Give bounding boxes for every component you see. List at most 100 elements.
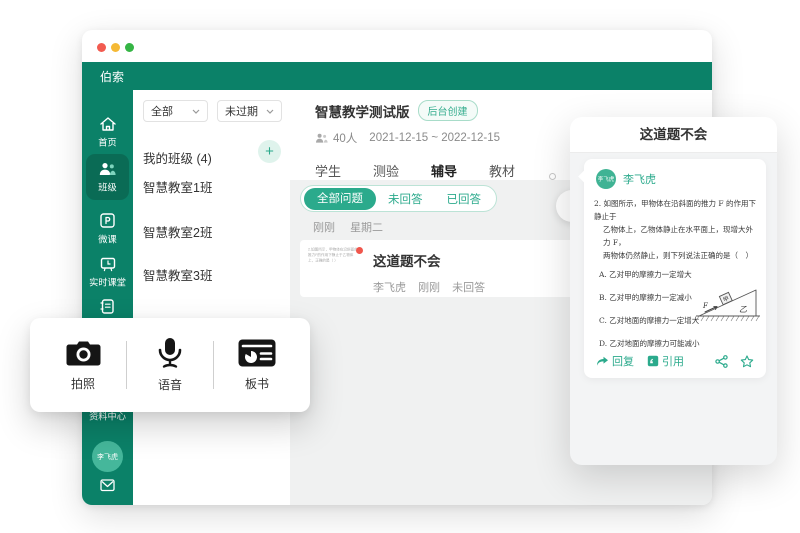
- time-now-label: 刚刚: [313, 222, 335, 234]
- class-name: 智慧教室2班: [143, 226, 213, 240]
- reply-icon: [597, 356, 608, 366]
- microphone-icon: [158, 338, 182, 368]
- student-avatar: 李飞虎: [596, 169, 616, 189]
- timeline-dot: [549, 173, 556, 180]
- class-name: 智慧教室3班: [143, 269, 213, 283]
- question-line: 两物体仍然静止，则下列说法正确的是（ ）: [603, 251, 753, 260]
- chevron-down-icon: [266, 109, 274, 114]
- sidebar-item-label: 班级: [98, 183, 117, 194]
- avatar-name-text: 李飞虎: [97, 453, 118, 461]
- filter-label: 全部问题: [317, 192, 363, 205]
- question-options: A. 乙对甲的摩擦力一定增大 B. 乙对甲的摩擦力一定减小 C. 乙对地面的摩擦…: [584, 262, 766, 349]
- star-icon: [740, 354, 754, 367]
- maximize-window-button[interactable]: [125, 43, 134, 52]
- question-card-title: 这道题不会: [373, 254, 441, 269]
- status-filter-dropdown[interactable]: 未过期: [217, 100, 282, 122]
- question-line: 2. 如图所示，甲物体在沿斜面的推力 F 的作用下静止于: [594, 199, 757, 221]
- camera-icon: [66, 341, 100, 366]
- user-avatar[interactable]: 李飞虎: [92, 441, 123, 472]
- whiteboard-button[interactable]: 板书: [214, 338, 300, 392]
- svg-text:F: F: [702, 302, 709, 310]
- toolbar-label: 语音: [157, 378, 182, 392]
- filter-label: 未回答: [388, 193, 423, 206]
- question-author: 李飞虎: [373, 282, 406, 294]
- question-thumbnail-text: 2.如图所示，甲物体在沿斜面的推力F的作用下静止于乙物体上，正确的是（ ）: [308, 247, 358, 263]
- plus-icon: +: [265, 143, 274, 160]
- svg-text:乙: 乙: [739, 305, 747, 314]
- quote-icon: [647, 355, 659, 367]
- live-screen-icon: [100, 257, 115, 272]
- quote-label: 引用: [662, 356, 684, 368]
- question-time: 刚刚: [418, 282, 441, 294]
- tab-label: 教材: [489, 164, 516, 179]
- option-a: A. 乙对甲的摩擦力一定增大: [599, 270, 692, 279]
- filter-unanswered[interactable]: 未回答: [376, 191, 435, 207]
- app-header-bar: 伯索: [82, 62, 712, 90]
- course-badge: 后台创建: [417, 100, 478, 121]
- option-d: D. 乙对地面的摩擦力可能减小: [599, 339, 700, 348]
- members-icon: [316, 133, 328, 143]
- student-name: 李飞虎: [623, 174, 656, 186]
- reply-button[interactable]: 回复: [596, 353, 634, 369]
- toolbar-label: 拍照: [70, 377, 95, 391]
- class-list-item[interactable]: 智慧教室2班: [143, 223, 212, 243]
- sidebar: 首页 班级 微课 实时课堂 资料中心 李飞虎: [82, 90, 133, 505]
- status-filter-value: 未过期: [225, 106, 258, 118]
- sidebar-item-label: 实时课堂: [89, 278, 126, 289]
- member-count: 40人: [333, 133, 358, 145]
- minimize-window-button[interactable]: [111, 43, 120, 52]
- sidebar-item-classes[interactable]: 班级: [82, 162, 133, 194]
- sidebar-item-label: 首页: [98, 138, 117, 149]
- sidebar-item-messages[interactable]: [82, 478, 133, 492]
- share-icon: [715, 354, 728, 368]
- close-window-button[interactable]: [97, 43, 106, 52]
- class-name: 智慧教室1班: [143, 181, 213, 195]
- tab-materials[interactable]: 教材: [489, 161, 515, 189]
- question-filter-group: 全部问题 未回答 已回答: [300, 185, 497, 212]
- class-list-item[interactable]: 智慧教室3班: [143, 266, 212, 286]
- photo-button[interactable]: 拍照: [40, 338, 126, 392]
- question-bubble: 李飞虎 李飞虎 2. 如图所示，甲物体在沿斜面的推力 F 的作用下静止于 乙物体…: [578, 159, 766, 378]
- add-class-button[interactable]: +: [258, 140, 281, 163]
- course-title: 智慧教学测试版: [315, 104, 410, 120]
- scope-filter-value: 全部: [151, 106, 173, 118]
- class-list-item[interactable]: 智慧教室1班: [143, 178, 212, 198]
- favorite-button[interactable]: [740, 354, 754, 368]
- video-lesson-icon: [100, 213, 115, 228]
- course-date-range: 2021-12-15 ~ 2022-12-15: [369, 132, 501, 144]
- sidebar-item-notebook[interactable]: [82, 298, 133, 315]
- notebook-icon: [100, 299, 114, 314]
- question-detail-panel: 这道题不会 李飞虎 李飞虎 2. 如图所示，甲物体在沿斜面的推力 F 的作用下静…: [570, 117, 777, 465]
- mail-icon: [100, 479, 115, 492]
- tab-label: 辅导: [431, 164, 458, 179]
- home-icon: [99, 117, 116, 131]
- avatar-name-text: 李飞虎: [597, 177, 615, 183]
- tab-label: 学生: [315, 164, 342, 179]
- chevron-down-icon: [192, 109, 200, 114]
- filter-label: 已回答: [446, 193, 482, 206]
- toolbar-label: 板书: [244, 377, 269, 391]
- quote-button[interactable]: 引用: [647, 353, 684, 369]
- app-title: 伯索: [100, 69, 125, 84]
- filter-all-questions[interactable]: 全部问题: [304, 187, 376, 210]
- time-labels: 刚刚 星期二: [313, 219, 395, 235]
- question-line: 乙物体上，乙物体静止在水平面上，现增大外力 F，: [603, 225, 753, 247]
- reply-toolbar: 拍照 语音 板书: [30, 318, 310, 412]
- sidebar-item-microlessons[interactable]: 微课: [82, 212, 133, 246]
- class-group-title: 我的班级 (4): [143, 152, 212, 166]
- physics-diagram: 甲 F 乙: [695, 289, 760, 322]
- sidebar-item-home[interactable]: 首页: [82, 116, 133, 149]
- time-day-label: 星期二: [350, 222, 384, 234]
- filter-answered[interactable]: 已回答: [435, 191, 494, 207]
- unread-badge: [356, 247, 363, 254]
- question-thumbnail: 2.如图所示，甲物体在沿斜面的推力F的作用下静止于乙物体上，正确的是（ ）: [308, 247, 364, 271]
- sidebar-item-live-classroom[interactable]: 实时课堂: [82, 256, 133, 289]
- question-status: 未回答: [452, 282, 486, 294]
- question-text: 2. 如图所示，甲物体在沿斜面的推力 F 的作用下静止于 乙物体上，乙物体静止在…: [584, 193, 766, 262]
- voice-button[interactable]: 语音: [127, 337, 213, 393]
- scope-filter-dropdown[interactable]: 全部: [143, 100, 208, 122]
- class-list-panel: 全部 未过期 我的班级 (4) + 智慧教室1班 智慧教室2班 智慧教室3班: [133, 90, 290, 505]
- share-button[interactable]: [715, 354, 728, 368]
- sidebar-item-label: 微课: [98, 235, 117, 246]
- window-titlebar: [82, 30, 712, 62]
